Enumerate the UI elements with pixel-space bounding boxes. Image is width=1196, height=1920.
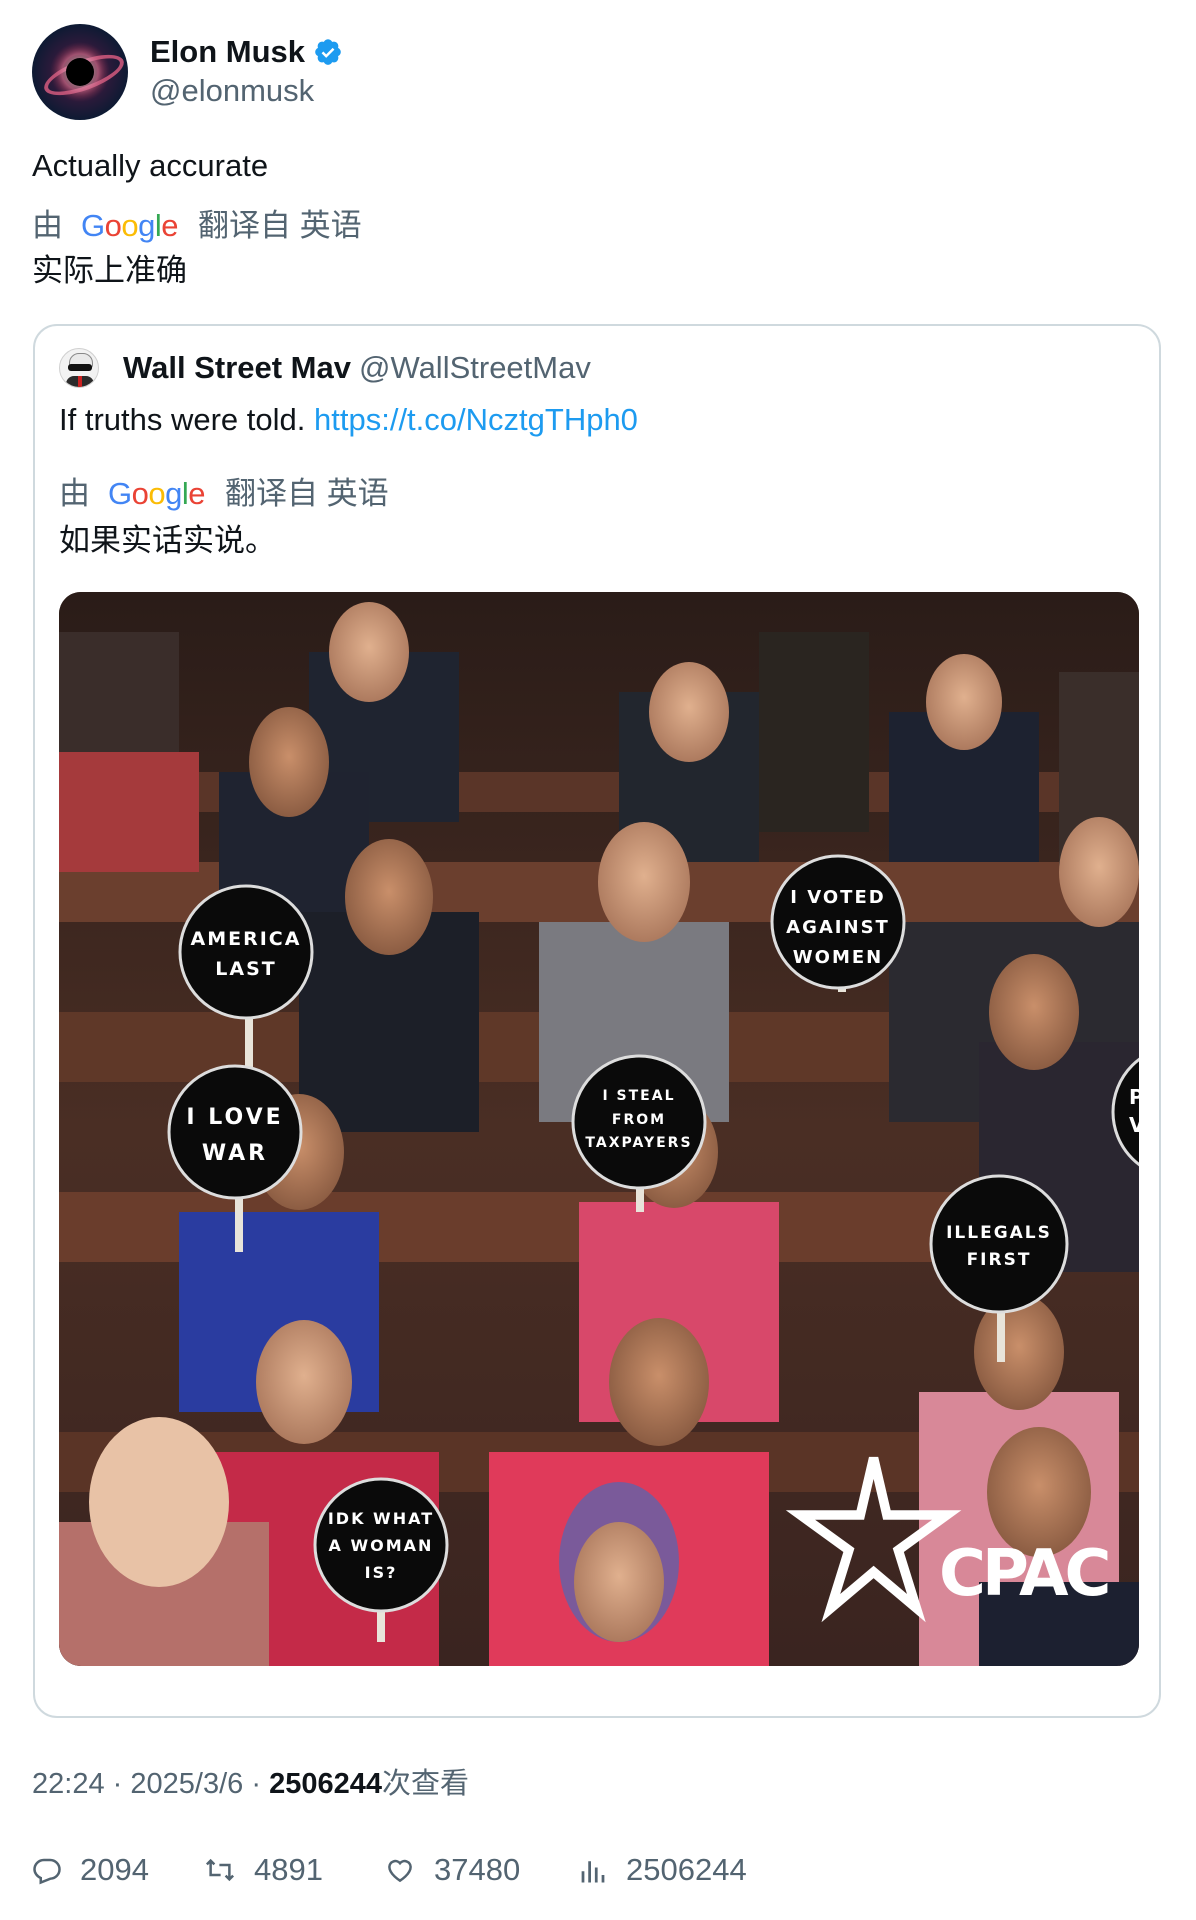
quote-author-handle[interactable]: @WallStreetMav bbox=[359, 350, 591, 386]
svg-text:I VOTED: I VOTED bbox=[790, 887, 885, 908]
sign-idk-what-a-woman-is: IDK WHAT A WOMAN IS? bbox=[313, 1477, 449, 1613]
svg-text:AMERICA: AMERICA bbox=[191, 928, 302, 950]
svg-text:A WOMAN: A WOMAN bbox=[329, 1536, 434, 1555]
quote-author-name[interactable]: Wall Street Mav bbox=[123, 350, 351, 386]
quote-avatar[interactable] bbox=[59, 348, 99, 388]
quote-translate-by-label: 由 bbox=[59, 476, 90, 511]
views-count: 2506244 bbox=[626, 1852, 747, 1887]
sign-i-love-war: I LOVE WAR bbox=[167, 1064, 303, 1200]
author-avatar[interactable] bbox=[32, 24, 128, 120]
quote-translated-from-label[interactable]: 翻译自 英语 bbox=[225, 474, 389, 514]
sign-america-last: AMERICA LAST bbox=[178, 884, 314, 1020]
quote-media-image[interactable]: AMERICA LAST I VOTED AGAINST WOMEN I LOV… bbox=[59, 592, 1139, 1666]
tweet-text: Actually accurate bbox=[32, 148, 269, 183]
svg-text:TAXPAYERS: TAXPAYERS bbox=[585, 1135, 692, 1151]
like-count: 37480 bbox=[434, 1852, 521, 1887]
svg-text:AGAINST: AGAINST bbox=[786, 917, 890, 938]
translated-from-label[interactable]: 翻译自 英语 bbox=[198, 206, 362, 246]
svg-text:FROM: FROM bbox=[612, 1112, 666, 1128]
like-button[interactable]: 37480 bbox=[384, 1852, 520, 1888]
quote-link[interactable]: https://t.co/NcztgTHph0 bbox=[314, 402, 638, 437]
verified-badge-icon bbox=[315, 39, 341, 65]
main-tweet: Elon Musk @elonmusk Actually accurate 由 … bbox=[32, 24, 1164, 292]
svg-text:WOMEN: WOMEN bbox=[793, 947, 883, 968]
tweet-date[interactable]: 2025/3/6 bbox=[130, 1768, 243, 1800]
svg-text:IDK WHAT: IDK WHAT bbox=[328, 1509, 434, 1528]
translate-attribution: 由 Google 翻译自 英语 bbox=[32, 206, 1164, 246]
reply-icon bbox=[33, 1858, 61, 1885]
views-button[interactable]: 2506244 bbox=[578, 1852, 747, 1888]
retweet-count: 4891 bbox=[254, 1852, 323, 1887]
svg-text:VE: VE bbox=[1129, 1113, 1139, 1137]
view-count: 2506244 bbox=[269, 1768, 382, 1800]
google-logo: Google bbox=[108, 476, 206, 511]
author-row: Elon Musk @elonmusk bbox=[32, 24, 1164, 120]
svg-text:IS?: IS? bbox=[365, 1563, 398, 1582]
quote-translate-attribution: 由 Google 翻译自 英语 bbox=[59, 474, 1139, 514]
action-bar: 2094 4891 37480 2506244 bbox=[32, 1852, 1164, 1896]
quote-translated-text: 如果实话实说。 bbox=[59, 523, 276, 558]
sign-i-voted-against-women: I VOTED AGAINST WOMEN bbox=[770, 854, 906, 990]
author-name[interactable]: Elon Musk bbox=[150, 33, 305, 71]
svg-text:LAST: LAST bbox=[215, 958, 276, 980]
translate-by-label: 由 bbox=[32, 208, 63, 243]
retweet-button[interactable]: 4891 bbox=[204, 1852, 323, 1888]
svg-text:I STEAL: I STEAL bbox=[602, 1088, 675, 1104]
heart-icon bbox=[388, 1859, 412, 1883]
svg-text:FIRST: FIRST bbox=[967, 1250, 1032, 1270]
tweet-meta: 22:24 · 2025/3/6 · 2506244次查看 bbox=[32, 1768, 469, 1800]
reply-button[interactable]: 2094 bbox=[32, 1852, 149, 1888]
svg-text:WAR: WAR bbox=[202, 1141, 268, 1166]
quoted-tweet[interactable]: Wall Street Mav @WallStreetMav If truths… bbox=[33, 324, 1161, 1718]
view-count-label: 次查看 bbox=[381, 1768, 469, 1800]
svg-text:ILLEGALS: ILLEGALS bbox=[946, 1223, 1052, 1243]
views-chart-icon bbox=[581, 1861, 605, 1883]
quote-author-row: Wall Street Mav @WallStreetMav bbox=[59, 348, 1139, 388]
retweet-icon bbox=[205, 1858, 235, 1882]
translated-text: 实际上准确 bbox=[32, 253, 187, 288]
sign-illegals-first: ILLEGALS FIRST bbox=[929, 1174, 1069, 1314]
tweet-time[interactable]: 22:24 bbox=[32, 1768, 105, 1800]
author-handle[interactable]: @elonmusk bbox=[150, 71, 343, 111]
chamber-photo: AMERICA LAST I VOTED AGAINST WOMEN I LOV… bbox=[59, 592, 1139, 1666]
svg-text:I LOVE: I LOVE bbox=[186, 1105, 283, 1130]
quote-text: If truths were told. https://t.co/NcztgT… bbox=[59, 400, 1139, 440]
svg-text:CPAC: CPAC bbox=[939, 1537, 1108, 1611]
quote-text-body: If truths were told. bbox=[59, 402, 306, 437]
google-logo: Google bbox=[81, 208, 179, 243]
svg-text:PF: PF bbox=[1129, 1085, 1139, 1109]
reply-count: 2094 bbox=[80, 1852, 149, 1887]
sign-i-steal-from-taxpayers: I STEAL FROM TAXPAYERS bbox=[571, 1054, 707, 1190]
